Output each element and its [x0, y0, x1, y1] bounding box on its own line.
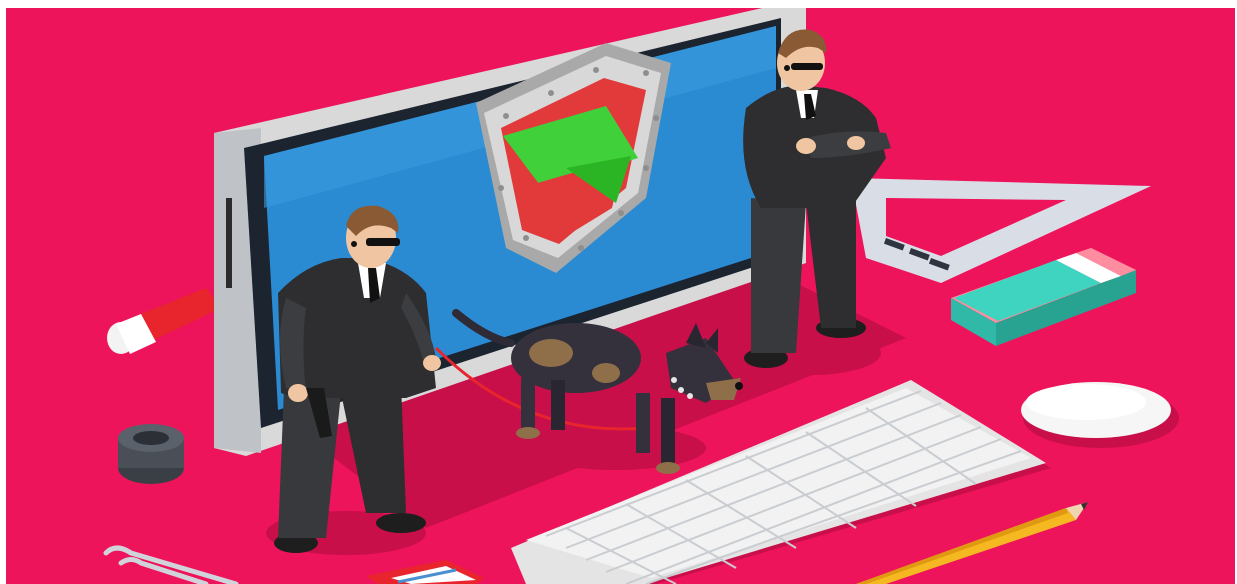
- tape-roll-icon: [118, 424, 184, 484]
- illustration-frame: [6, 8, 1235, 584]
- security-illustration: [6, 8, 1235, 584]
